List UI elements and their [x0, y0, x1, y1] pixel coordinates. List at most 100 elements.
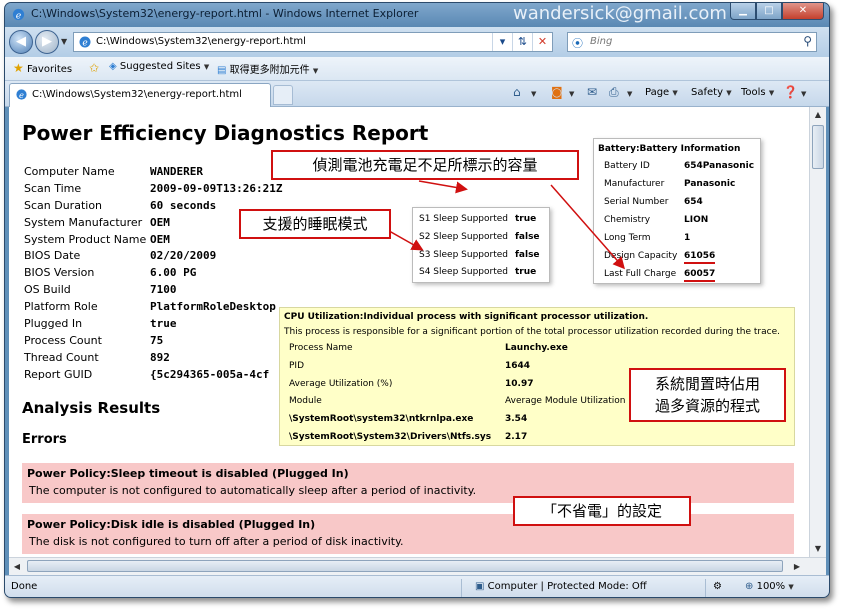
recent-pages-dropdown-icon[interactable]: ▼: [61, 37, 67, 46]
add-favorite-button[interactable]: ✩: [89, 61, 99, 75]
scroll-right-icon[interactable]: ▶: [789, 558, 805, 575]
horizontal-scrollbar[interactable]: ◀ ▶: [9, 557, 826, 575]
chevron-down-icon: ▼: [312, 67, 319, 75]
capacity-arrow: [550, 184, 625, 270]
tab-title: C:\Windows\System32\energy-report.html: [32, 89, 242, 100]
refresh-icon: ⇅: [517, 35, 528, 48]
page-content: Power Efficiency Diagnostics Report Comp…: [9, 107, 809, 557]
window-controls: ▁ □ ✕: [730, 3, 824, 21]
stop-button[interactable]: ✕: [532, 33, 552, 51]
print-icon[interactable]: ⎙: [609, 85, 619, 100]
chevron-down-icon: ▼: [203, 63, 210, 71]
cpu-annotation: 系統閒置時佔用 過多資源的程式: [629, 368, 786, 422]
forward-button[interactable]: ▶: [35, 30, 59, 54]
back-arrow-icon: ◀: [16, 34, 26, 49]
search-icon[interactable]: ⚲: [803, 34, 812, 48]
feeds-icon[interactable]: ◙: [551, 85, 563, 99]
battery-annotation: 偵測電池充電足不足所標示的容量: [271, 150, 579, 180]
refresh-button[interactable]: ⇅: [512, 33, 532, 51]
minimize-icon: ▁: [739, 5, 747, 16]
help-icon[interactable]: ❓: [783, 85, 798, 99]
forward-arrow-icon: ▶: [42, 34, 52, 49]
title-bar: e C:\Windows\System32\energy-report.html…: [5, 3, 829, 27]
battery-arrow: [418, 180, 468, 194]
zoom-level: 100%: [756, 581, 786, 592]
window-title: C:\Windows\System32\energy-report.html -…: [31, 7, 419, 20]
tools-menu-label: Tools: [741, 87, 766, 98]
addons-icon: ▤: [217, 65, 227, 76]
address-bar[interactable]: e C:\Windows\System32\energy-report.html…: [73, 32, 553, 52]
page-icon: e: [79, 36, 91, 49]
stop-icon: ✕: [537, 35, 548, 48]
ie-icon: e: [12, 8, 25, 21]
zoom-icon: ⊕: [745, 581, 754, 592]
protected-mode-icon[interactable]: ⚙: [713, 581, 722, 592]
chevron-down-icon: ▼: [672, 89, 678, 97]
bing-logo-icon: ⦿: [572, 37, 583, 50]
tools-menu[interactable]: Tools ▼: [741, 87, 774, 98]
navigation-bar: ◀ ▶ ▼ e C:\Windows\System32\energy-repor…: [5, 27, 829, 57]
page-menu-label: Page: [645, 87, 670, 98]
computer-icon: ▣: [475, 581, 485, 592]
chevron-down-icon: ▾: [499, 35, 506, 48]
search-box[interactable]: ⦿ Bing ⚲: [567, 32, 817, 52]
scroll-up-icon[interactable]: ▲: [810, 107, 826, 123]
safety-menu[interactable]: Safety ▼: [691, 87, 732, 98]
chevron-down-icon: ▼: [726, 89, 732, 97]
svg-text:e: e: [19, 90, 24, 100]
page-menu[interactable]: Page ▼: [645, 87, 678, 98]
chevron-down-icon: ▼: [768, 89, 775, 97]
power-setting-annotation: 「不省電」的設定: [513, 496, 691, 526]
scroll-left-icon[interactable]: ◀: [9, 558, 25, 575]
author-watermark: wandersick@gmail.com: [513, 3, 727, 24]
minimize-button[interactable]: ▁: [730, 3, 756, 20]
tab-energy-report[interactable]: e C:\Windows\System32\energy-report.html: [9, 83, 271, 107]
sleep-annotation: 支援的睡眠模式: [239, 209, 391, 239]
horizontal-scroll-thumb[interactable]: [27, 560, 783, 572]
security-zone[interactable]: ▣ Computer | Protected Mode: Off: [475, 581, 647, 592]
feeds-dropdown-icon[interactable]: ▼: [569, 90, 574, 98]
add-favorite-icon: ✩: [89, 61, 100, 75]
print-dropdown-icon[interactable]: ▼: [627, 90, 632, 98]
maximize-button[interactable]: □: [756, 3, 782, 20]
close-button[interactable]: ✕: [782, 3, 824, 20]
suggested-sites-icon: ◈: [109, 61, 117, 72]
scroll-down-icon[interactable]: ▼: [810, 541, 826, 557]
help-dropdown-icon[interactable]: ▼: [801, 90, 806, 98]
status-divider: [705, 579, 706, 597]
address-dropdown-button[interactable]: ▾: [492, 33, 512, 51]
status-text: Done: [11, 581, 38, 592]
cpu-annotation-line1: 系統閒置時佔用: [654, 375, 760, 393]
browser-window: e C:\Windows\System32\energy-report.html…: [4, 2, 830, 598]
address-buttons: ▾ ⇅ ✕: [492, 33, 552, 51]
new-tab-button[interactable]: [273, 85, 293, 105]
chevron-down-icon: ▼: [788, 583, 794, 591]
favorites-button[interactable]: ★ Favorites: [13, 61, 72, 75]
status-bar: Done ▣ Computer | Protected Mode: Off ⚙ …: [5, 575, 829, 597]
address-input[interactable]: C:\Windows\System32\energy-report.html: [96, 36, 306, 47]
security-zone-label: Computer | Protected Mode: Off: [487, 581, 647, 592]
get-more-addons-label: 取得更多附加元件: [229, 65, 310, 76]
safety-menu-label: Safety: [691, 87, 723, 98]
favorites-label: Favorites: [26, 64, 73, 75]
back-button[interactable]: ◀: [9, 30, 33, 54]
suggested-sites-label: Suggested Sites: [119, 61, 201, 72]
home-dropdown-icon[interactable]: ▼: [531, 90, 536, 98]
zoom-control[interactable]: ⊕ 100% ▼: [745, 581, 794, 592]
suggested-sites-button[interactable]: ◈ Suggested Sites ▼: [109, 61, 209, 72]
status-divider: [461, 579, 462, 597]
cpu-annotation-line2: 過多資源的程式: [654, 397, 760, 415]
get-more-addons-button[interactable]: ▤ 取得更多附加元件 ▼: [217, 61, 318, 76]
close-icon: ✕: [798, 5, 808, 16]
vertical-scroll-thumb[interactable]: [812, 125, 824, 169]
tab-bar: e C:\Windows\System32\energy-report.html…: [5, 81, 829, 107]
vertical-scrollbar[interactable]: ▲ ▼: [809, 107, 826, 557]
favorites-bar: ★ Favorites ✩ ◈ Suggested Sites ▼ ▤ 取得更多…: [5, 57, 829, 81]
favorites-star-icon: ★: [13, 61, 24, 75]
mail-icon[interactable]: ✉: [587, 85, 597, 99]
svg-text:e: e: [82, 39, 87, 49]
home-icon[interactable]: ⌂: [513, 85, 521, 99]
search-input[interactable]: Bing: [590, 36, 612, 47]
maximize-icon: □: [764, 5, 774, 16]
page-icon: e: [16, 89, 27, 100]
